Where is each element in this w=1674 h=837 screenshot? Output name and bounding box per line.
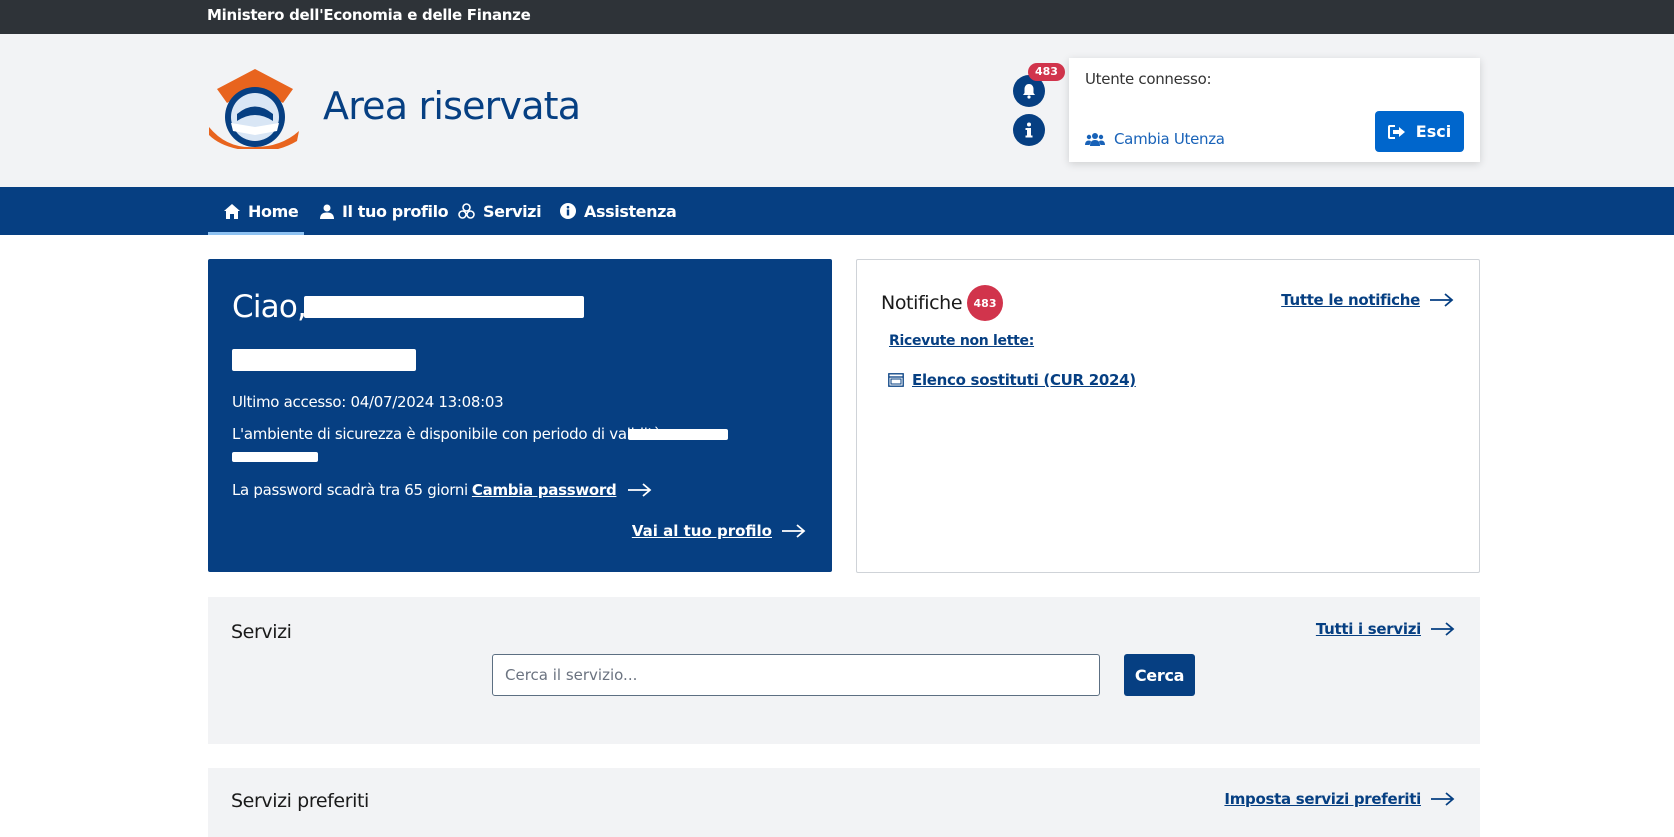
services-title: Servizi (231, 621, 292, 643)
profile-link-label: Vai al tuo profilo (631, 522, 772, 540)
set-favorites-label: Imposta servizi preferiti (1224, 790, 1421, 808)
notifications-badge: 483 (967, 285, 1003, 321)
notifications-count-badge: 483 (1028, 63, 1065, 81)
logout-button[interactable]: Esci (1375, 111, 1464, 152)
notifications-title: Notifiche (881, 292, 963, 314)
services-icon (458, 203, 475, 219)
logout-label: Esci (1415, 122, 1452, 141)
password-expiry-row: La password scadrà tra 65 giorni Cambia … (232, 481, 652, 499)
nav-item-home[interactable]: Home (208, 187, 304, 235)
all-services-link[interactable]: Tutti i servizi (1316, 620, 1455, 638)
redacted-validity-start (628, 429, 728, 440)
nav-item-label: Home (248, 201, 299, 221)
redacted-fiscal-code (232, 349, 416, 371)
favorite-services-title: Servizi preferiti (231, 790, 369, 812)
all-notifications-label: Tutte le notifiche (1281, 291, 1420, 309)
nav-item-assistance[interactable]: Assistenza (560, 187, 677, 235)
arrow-right-icon (1431, 622, 1455, 636)
ministry-title: Ministero dell'Economia e delle Finanze (207, 6, 531, 24)
main-nav: Home Il tuo profilo Servizi Assistenza (0, 187, 1674, 235)
search-button[interactable]: Cerca (1124, 654, 1195, 696)
all-notifications-link[interactable]: Tutte le notifiche (1281, 291, 1454, 309)
users-icon (1085, 133, 1105, 146)
notification-item[interactable]: Elenco sostituti (CUR 2024) (888, 371, 1136, 389)
favorite-services-panel: Servizi preferiti Imposta servizi prefer… (208, 768, 1480, 837)
service-search-input[interactable] (492, 654, 1100, 696)
services-panel: Servizi Tutti i servizi Cerca (208, 597, 1480, 744)
nav-item-profile[interactable]: Il tuo profilo (320, 187, 449, 235)
password-expiry-text: La password scadrà tra 65 giorni (232, 481, 468, 499)
user-label: Utente connesso: (1085, 70, 1212, 88)
nav-item-label: Il tuo profilo (342, 201, 449, 221)
switch-user-link[interactable]: Cambia Utenza (1085, 130, 1225, 148)
security-env-text: L'ambiente di sicurezza è disponibile co… (232, 425, 663, 443)
notifications-card: Notifiche 483 Tutte le notifiche Ricevut… (856, 259, 1480, 573)
redacted-name (304, 296, 584, 318)
user-panel: Utente connesso: Cambia Utenza Esci (1069, 58, 1480, 162)
profile-link[interactable]: Vai al tuo profilo (632, 522, 806, 540)
switch-user-label: Cambia Utenza (1114, 130, 1225, 148)
arrow-right-icon (1430, 293, 1454, 307)
home-icon (224, 203, 240, 219)
info-button[interactable] (1013, 114, 1045, 146)
welcome-card: Ciao, Ultimo accesso: 04/07/2024 13:08:0… (208, 259, 832, 572)
user-icon (320, 204, 334, 219)
last-access-text: Ultimo accesso: 04/07/2024 13:08:03 (232, 393, 504, 411)
arrow-right-icon (782, 524, 806, 538)
arrow-right-icon (628, 483, 652, 497)
info-icon (1025, 122, 1033, 138)
ministry-bar: Ministero dell'Economia e delle Finanze (0, 0, 1674, 34)
notification-item-label: Elenco sostituti (CUR 2024) (912, 371, 1136, 389)
nav-item-label: Assistenza (584, 201, 677, 221)
unread-notifications-link[interactable]: Ricevute non lette: (889, 333, 1034, 349)
change-password-link[interactable]: Cambia password (472, 481, 617, 499)
greeting: Ciao, (232, 289, 307, 325)
redacted-validity-end (232, 452, 318, 462)
bell-icon (1023, 84, 1035, 99)
all-services-label: Tutti i servizi (1315, 620, 1421, 638)
arrow-right-icon (1431, 792, 1455, 806)
nav-item-services[interactable]: Servizi (458, 187, 542, 235)
site-title: Area riservata (323, 84, 581, 128)
nav-item-label: Servizi (483, 201, 542, 221)
site-header: Area riservata 483 Utente connesso: Camb… (0, 34, 1674, 187)
window-icon (888, 373, 904, 387)
agenzia-entrate-logo[interactable] (207, 69, 301, 149)
set-favorites-link[interactable]: Imposta servizi preferiti (1224, 790, 1455, 808)
sign-out-icon (1387, 124, 1405, 139)
info-circle-icon (560, 203, 576, 219)
